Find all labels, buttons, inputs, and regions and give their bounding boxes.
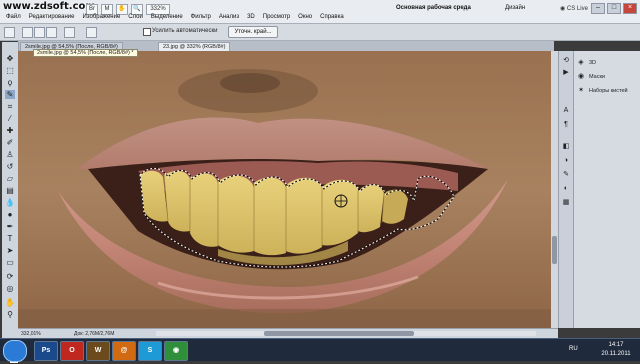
actions-icon[interactable]: ▶ xyxy=(562,69,570,77)
panel-3d-label: 3D xyxy=(589,60,597,66)
watermark: www.zdsoft.com xyxy=(3,1,96,12)
3d-rotate-icon[interactable]: ⟳ xyxy=(5,272,15,281)
history-brush-icon[interactable]: ↺ xyxy=(5,162,15,171)
vertical-scroll-thumb[interactable] xyxy=(552,236,557,264)
panel-masks[interactable]: ◉ Маски xyxy=(577,71,638,83)
cs-live-label: CS Live xyxy=(566,6,588,12)
panel-brush-presets-label: Наборы кистей xyxy=(589,88,628,94)
add-selection-icon[interactable] xyxy=(34,27,45,38)
menus: Файл Редактирование Изображение Слои Выделен… xyxy=(2,14,348,20)
healing-tool-icon[interactable]: ✚ xyxy=(5,126,15,135)
smile-image xyxy=(18,51,551,328)
stamp-tool-icon[interactable]: ♙ xyxy=(5,150,15,159)
subtract-selection-icon[interactable] xyxy=(46,27,57,38)
cs-live[interactable]: ◉ CS Live xyxy=(560,5,588,12)
3d-icon: ◈ xyxy=(578,58,584,66)
blur-tool-icon[interactable]: 💧 xyxy=(5,198,15,207)
taskbar-app-5[interactable]: ◉ xyxy=(164,341,188,361)
auto-enhance-checkbox[interactable] xyxy=(143,28,151,36)
menu-bar: www.zdsoft.com Br M ✋ 🔍 332% Файл Редакти… xyxy=(0,0,640,24)
language-indicator[interactable]: RU xyxy=(569,346,578,352)
quick-selection-tool-icon[interactable]: ✎ xyxy=(5,90,15,99)
horizontal-scrollbar[interactable] xyxy=(156,331,536,336)
brush-size-icon[interactable] xyxy=(64,27,75,38)
type-tool-icon[interactable]: T xyxy=(5,234,15,243)
shape-tool-icon[interactable]: ▭ xyxy=(5,258,15,267)
cs-live-icon: ◉ xyxy=(560,6,567,12)
document-tooltip: 2smile.jpg @ 54,5% (После, RGB/8#) * xyxy=(33,49,138,57)
paths-icon[interactable]: ✎ xyxy=(562,171,570,179)
hand-tool-icon[interactable]: ✋ xyxy=(5,298,15,307)
marquee-tool-icon[interactable]: ⬚ xyxy=(5,66,15,75)
menu-item-3[interactable]: Слои xyxy=(124,14,147,20)
menu-item-8[interactable]: Просмотр xyxy=(259,14,294,20)
menu-item-0[interactable]: Файл xyxy=(2,14,25,20)
paragraph-icon[interactable]: ¶ xyxy=(562,121,570,129)
menu-item-6[interactable]: Анализ xyxy=(215,14,243,20)
brush-cursor-icon xyxy=(334,194,348,208)
brush-presets-icon: ✶ xyxy=(578,86,584,94)
brush-tool-icon[interactable]: ✐ xyxy=(5,138,15,147)
horizontal-scroll-thumb[interactable] xyxy=(264,331,414,336)
eraser-tool-icon[interactable]: ▱ xyxy=(5,174,15,183)
gradient-tool-icon[interactable]: ▤ xyxy=(5,186,15,195)
maximize-button[interactable]: □ xyxy=(607,3,621,14)
history-icon[interactable]: ⟲ xyxy=(562,57,570,65)
panel-3d[interactable]: ◈ 3D xyxy=(577,57,638,69)
pen-tool-icon[interactable]: ✒ xyxy=(5,222,15,231)
3d-orbit-icon[interactable]: ◎ xyxy=(5,284,15,293)
styles-icon[interactable]: ▦ xyxy=(562,199,570,207)
taskbar-app-1[interactable]: O xyxy=(60,341,84,361)
menu-item-2[interactable]: Изображение xyxy=(78,14,124,20)
path-selection-icon[interactable]: ➤ xyxy=(5,246,15,255)
design-label[interactable]: Дизайн xyxy=(505,5,525,11)
menu-item-7[interactable]: 3D xyxy=(243,14,259,20)
move-tool-icon[interactable]: ✥ xyxy=(5,54,15,63)
right-panel: ◈ 3D ◉ Маски ✶ Наборы кистей xyxy=(573,51,640,328)
start-button[interactable] xyxy=(3,340,27,362)
tools-panel: ✥ ⬚ ϙ ✎ ⌗ ⁄ ✚ ✐ ♙ ↺ ▱ ▤ 💧 ● ✒ T ➤ ▭ ⟳ ◎ … xyxy=(2,42,19,364)
panel-brush-presets[interactable]: ✶ Наборы кистей xyxy=(577,85,638,97)
tool-preset-icon[interactable] xyxy=(4,27,15,38)
menu-item-9[interactable]: Окно xyxy=(294,14,316,20)
workspace-label[interactable]: Основная рабочая среда xyxy=(396,5,471,11)
clock-time: 14:17 xyxy=(608,342,624,348)
menu-item-4[interactable]: Выделение xyxy=(147,14,187,20)
panel-icon-strip: ⟲ ▶ A ¶ ◧ ◑ ✎ ◐ ▦ xyxy=(558,51,573,328)
adjustments-icon[interactable]: ◐ xyxy=(562,185,570,193)
masks-icon: ◉ xyxy=(577,72,585,80)
canvas[interactable] xyxy=(18,51,551,328)
menu-item-5[interactable]: Фильтр xyxy=(187,14,215,20)
menu-item-10[interactable]: Справка xyxy=(316,14,348,20)
dodge-tool-icon[interactable]: ● xyxy=(5,210,15,219)
zoom-tool-icon[interactable]: ⚲ xyxy=(5,310,15,319)
auto-enhance-label: Усилить автоматически xyxy=(152,28,218,34)
vertical-scrollbar[interactable] xyxy=(551,51,558,328)
minimize-button[interactable]: – xyxy=(591,3,605,14)
taskbar: Ps O W @ S ◉ RU 14:17 20.11.2011 xyxy=(0,338,640,362)
channels-icon[interactable]: ◑ xyxy=(562,157,570,165)
close-button[interactable]: × xyxy=(623,3,637,14)
new-selection-icon[interactable] xyxy=(22,27,33,38)
sample-all-layers-icon[interactable] xyxy=(86,27,97,38)
clock-date: 20.11.2011 xyxy=(601,351,631,357)
panel-masks-label: Маски xyxy=(589,74,605,80)
lasso-tool-icon[interactable]: ϙ xyxy=(5,78,15,87)
taskbar-app-3[interactable]: @ xyxy=(112,341,136,361)
eyedropper-tool-icon[interactable]: ⁄ xyxy=(5,114,15,123)
character-icon[interactable]: A xyxy=(562,107,570,115)
layers-icon[interactable]: ◧ xyxy=(562,143,570,151)
options-bar: Усилить автоматически Уточн. край... xyxy=(0,24,640,41)
taskbar-app-4[interactable]: S xyxy=(138,341,162,361)
taskbar-app-2[interactable]: W xyxy=(86,341,110,361)
refine-edge-button[interactable]: Уточн. край... xyxy=(228,26,278,38)
window-buttons: – □ × xyxy=(591,3,637,14)
clock[interactable]: 14:17 20.11.2011 xyxy=(596,341,636,359)
menu-item-1[interactable]: Редактирование xyxy=(25,14,79,20)
crop-tool-icon[interactable]: ⌗ xyxy=(5,102,15,111)
taskbar-app-0[interactable]: Ps xyxy=(34,341,58,361)
